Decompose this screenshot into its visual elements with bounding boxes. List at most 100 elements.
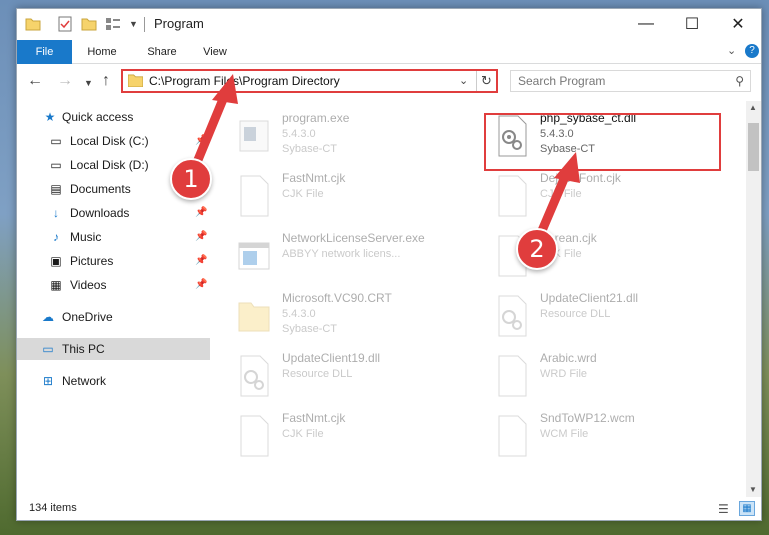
tab-view[interactable]: View	[195, 40, 235, 64]
search-box[interactable]: Search Program ⚲	[510, 70, 751, 92]
view-icon[interactable]	[105, 16, 121, 32]
file-item[interactable]: UpdateClient21.dll Resource DLL	[490, 287, 720, 347]
exe-icon	[239, 120, 269, 152]
sidebar-item-network[interactable]: ⊞ Network	[17, 370, 210, 392]
document-icon	[498, 415, 527, 457]
pin-icon[interactable]: 📌	[195, 250, 207, 272]
file-name: UpdateClient21.dll	[540, 291, 639, 305]
file-item[interactable]: UpdateClient19.dll Resource DLL	[232, 347, 462, 407]
download-icon: ↓	[53, 206, 59, 220]
dll-gear-icon	[498, 295, 527, 337]
folder-icon[interactable]	[25, 16, 41, 32]
sidebar-item-label: Local Disk (C:)	[70, 134, 149, 148]
file-item[interactable]: Arabic.wrd WRD File	[490, 347, 720, 407]
scroll-down-arrow-icon[interactable]: ▼	[749, 485, 757, 494]
minimize-button[interactable]: —	[623, 9, 669, 39]
sidebar-item-label: Pictures	[70, 254, 114, 268]
expand-ribbon-chevron-icon[interactable]: ⌄	[727, 44, 736, 57]
help-icon[interactable]: ?	[745, 44, 759, 58]
recent-locations-chevron-icon[interactable]: ▼	[84, 78, 93, 88]
maximize-button[interactable]: ☐	[669, 9, 715, 39]
file-item[interactable]: program.exe 5.4.3.0 Sybase-CT	[232, 107, 462, 167]
file-company: Sybase-CT	[282, 323, 338, 335]
item-count: 134 items	[29, 502, 77, 514]
file-type: CJK File	[282, 188, 324, 200]
document-icon	[240, 175, 269, 217]
sidebar-item-music[interactable]: ♪ Music 📌	[17, 226, 210, 248]
status-bar: 134 items ☰ ▦	[17, 498, 761, 520]
file-item[interactable]: NetworkLicenseServer.exe ABBYY network l…	[232, 227, 462, 287]
folder-icon	[128, 74, 143, 87]
scroll-up-arrow-icon[interactable]: ▲	[749, 103, 757, 112]
sidebar-item-videos[interactable]: ▦ Videos 📌	[17, 274, 210, 296]
sidebar-item-this-pc[interactable]: ▭ This PC	[17, 338, 210, 360]
file-name: NetworkLicenseServer.exe	[282, 231, 425, 245]
address-bar[interactable]: C:\Program Files\Program Directory ⌄ ↻	[121, 69, 498, 93]
tab-file[interactable]: File	[17, 40, 72, 64]
file-name: Microsoft.VC90.CRT	[282, 291, 392, 305]
exe-window-icon	[238, 242, 270, 270]
file-name: FastNmt.cjk	[282, 411, 346, 425]
ribbon-tabs: File Home Share View ⌄ ?	[17, 40, 761, 64]
refresh-icon[interactable]: ↻	[476, 71, 496, 91]
search-icon[interactable]: ⚲	[735, 74, 744, 88]
tab-home[interactable]: Home	[77, 40, 127, 64]
document-icon	[240, 415, 269, 457]
explorer-window: ▼ Program — ☐ ✕ File Home Share View ⌄ ?…	[16, 8, 762, 521]
file-name: Arabic.wrd	[540, 351, 597, 365]
file-name: FastNmt.cjk	[282, 171, 346, 185]
search-input[interactable]: Search Program	[518, 74, 605, 88]
vertical-scrollbar[interactable]: ▲ ▼	[746, 101, 761, 497]
file-item[interactable]: FastNmt.cjk CJK File	[232, 407, 462, 467]
tab-share[interactable]: Share	[137, 40, 187, 64]
sidebar-item-label: OneDrive	[62, 310, 113, 324]
pin-icon[interactable]: 📌	[195, 274, 207, 296]
sidebar-item-label: Videos	[70, 278, 107, 292]
pin-icon[interactable]: 📌	[195, 226, 207, 248]
new-folder-icon[interactable]	[81, 16, 97, 32]
pin-icon[interactable]: 📌	[195, 130, 207, 152]
forward-arrow-icon[interactable]: →	[57, 72, 73, 90]
file-item[interactable]: SndToWP12.wcm WCM File	[490, 407, 720, 467]
sidebar-item-local-disk-c[interactable]: ▭ Local Disk (C:) 📌	[17, 130, 210, 152]
pin-icon[interactable]: 📌	[195, 202, 207, 224]
star-icon: ★	[44, 110, 56, 124]
file-type: Resource DLL	[540, 308, 611, 320]
dll-gear-icon	[240, 355, 269, 397]
address-path[interactable]: C:\Program Files\Program Directory	[149, 74, 340, 88]
videos-icon: ▦	[50, 278, 62, 292]
document-icon	[498, 175, 527, 217]
step-badge-2: 2	[516, 228, 558, 270]
sidebar-item-quick-access[interactable]: ★ Quick access	[17, 106, 210, 128]
sidebar-item-label: This PC	[62, 342, 105, 356]
title-bar: ▼ Program — ☐ ✕	[17, 9, 761, 39]
highlight-box	[484, 113, 721, 171]
up-arrow-icon[interactable]: ↑	[102, 72, 110, 90]
file-item[interactable]: DejaVuFont.cjk CJK File	[490, 167, 720, 227]
step-badge-1: 1	[170, 158, 212, 200]
sidebar-item-label: Local Disk (D:)	[70, 158, 149, 172]
sidebar-item-pictures[interactable]: ▣ Pictures 📌	[17, 250, 210, 272]
back-arrow-icon[interactable]: ←	[27, 72, 43, 90]
sidebar-item-onedrive[interactable]: ☁ OneDrive	[17, 306, 210, 328]
folder-icon	[238, 302, 270, 332]
scroll-thumb[interactable]	[748, 123, 759, 171]
address-dropdown-chevron-icon[interactable]: ⌄	[459, 74, 468, 87]
sidebar-item-downloads[interactable]: ↓ Downloads 📌	[17, 202, 210, 224]
documents-icon: ▤	[50, 182, 62, 196]
close-button[interactable]: ✕	[715, 9, 761, 39]
title-divider	[144, 17, 145, 32]
file-type: WRD File	[540, 368, 588, 380]
file-company: Sybase-CT	[282, 143, 338, 155]
file-item[interactable]: Microsoft.VC90.CRT 5.4.3.0 Sybase-CT	[232, 287, 462, 347]
pictures-icon: ▣	[50, 254, 62, 268]
tiles-view-icon[interactable]: ▦	[739, 501, 755, 516]
properties-icon[interactable]	[57, 16, 73, 32]
file-list: program.exe 5.4.3.0 Sybase-CT php_sybase…	[222, 101, 747, 495]
file-name: DejaVuFont.cjk	[540, 171, 621, 185]
network-icon: ⊞	[42, 374, 54, 388]
customize-toolbar-chevron-icon[interactable]: ▼	[129, 19, 145, 35]
file-item[interactable]: FastNmt.cjk CJK File	[232, 167, 462, 227]
details-view-icon[interactable]: ☰	[718, 502, 729, 516]
sidebar-item-label: Quick access	[62, 110, 134, 124]
